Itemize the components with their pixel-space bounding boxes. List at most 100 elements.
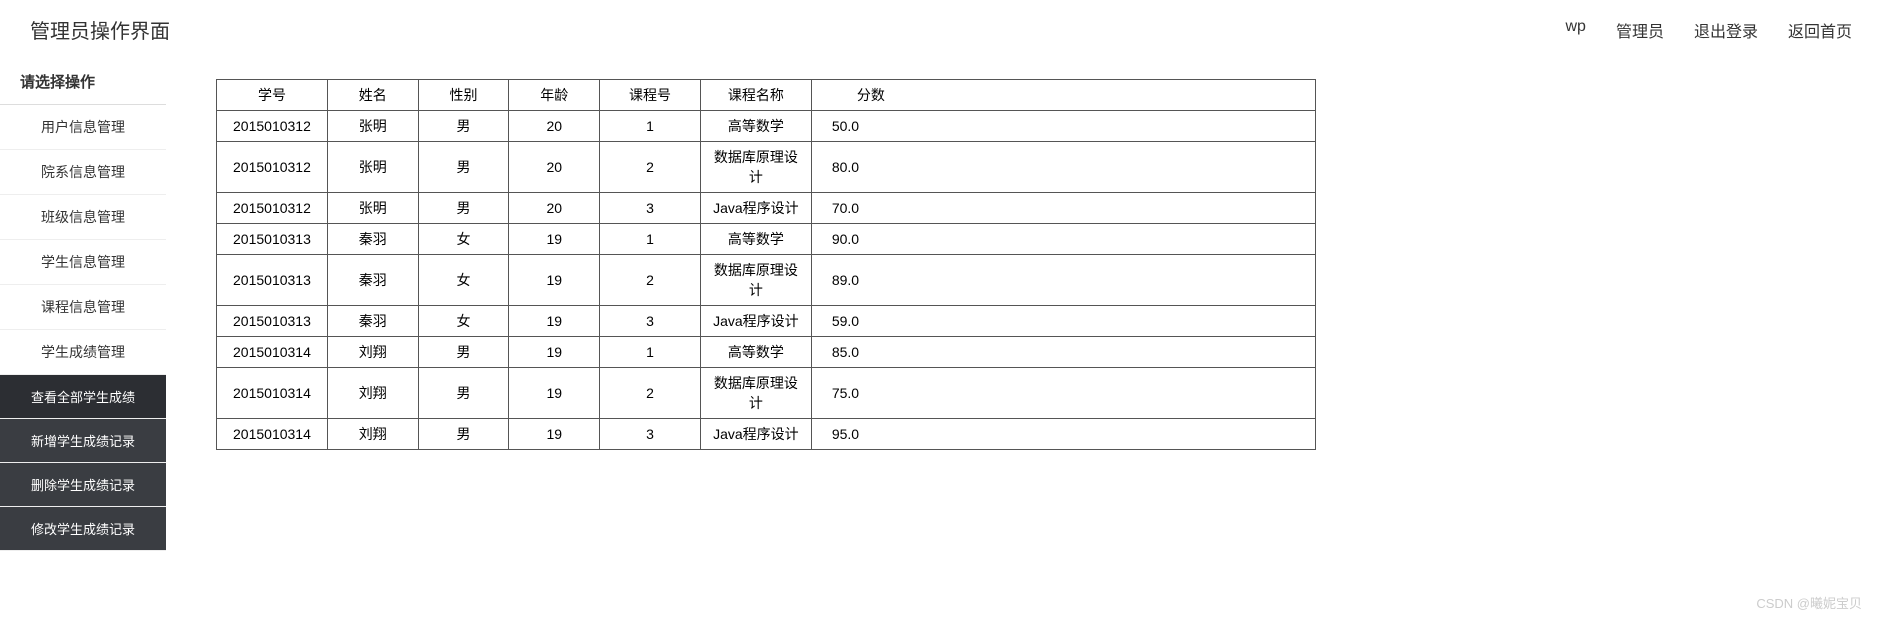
table-row: 2015010312张明男202数据库原理设计80.0 — [217, 142, 1316, 193]
cell-score: 80.0 — [811, 142, 1315, 193]
table-row: 2015010312张明男201高等数学50.0 — [217, 111, 1316, 142]
cell-course_name: 数据库原理设计 — [700, 255, 811, 306]
sidebar-item-class-info[interactable]: 班级信息管理 — [0, 195, 166, 240]
cell-gender: 男 — [418, 142, 509, 193]
cell-age: 19 — [509, 224, 600, 255]
cell-student_id: 2015010314 — [217, 368, 328, 419]
content: 请选择操作 用户信息管理 院系信息管理 班级信息管理 学生信息管理 课程信息管理… — [0, 59, 1882, 551]
cell-gender: 女 — [418, 306, 509, 337]
cell-age: 20 — [509, 193, 600, 224]
cell-score: 50.0 — [811, 111, 1315, 142]
table-row: 2015010313秦羽女192数据库原理设计89.0 — [217, 255, 1316, 306]
th-course-name: 课程名称 — [700, 80, 811, 111]
cell-age: 19 — [509, 337, 600, 368]
cell-student_id: 2015010312 — [217, 111, 328, 142]
cell-student_id: 2015010312 — [217, 142, 328, 193]
cell-age: 20 — [509, 111, 600, 142]
cell-course_id: 2 — [600, 142, 701, 193]
cell-student_id: 2015010313 — [217, 224, 328, 255]
cell-score: 70.0 — [811, 193, 1315, 224]
cell-student_id: 2015010312 — [217, 193, 328, 224]
table-row: 2015010314刘翔男193Java程序设计95.0 — [217, 419, 1316, 450]
nav-home[interactable]: 返回首页 — [1788, 18, 1852, 42]
grades-table: 学号 姓名 性别 年龄 课程号 课程名称 分数 2015010312张明男201… — [216, 79, 1316, 450]
cell-course_id: 3 — [600, 193, 701, 224]
sidebar-subitem-add-grade[interactable]: 新增学生成绩记录 — [0, 419, 166, 463]
main-content: 学号 姓名 性别 年龄 课程号 课程名称 分数 2015010312张明男201… — [166, 59, 1882, 551]
cell-course_name: Java程序设计 — [700, 306, 811, 337]
table-row: 2015010314刘翔男191高等数学85.0 — [217, 337, 1316, 368]
table-row: 2015010312张明男203Java程序设计70.0 — [217, 193, 1316, 224]
cell-age: 19 — [509, 255, 600, 306]
cell-course_id: 3 — [600, 419, 701, 450]
sidebar-subitem-view-all-grades[interactable]: 查看全部学生成绩 — [0, 375, 166, 419]
cell-name: 秦羽 — [327, 306, 418, 337]
th-age: 年龄 — [509, 80, 600, 111]
sidebar: 请选择操作 用户信息管理 院系信息管理 班级信息管理 学生信息管理 课程信息管理… — [0, 59, 166, 551]
cell-course_name: Java程序设计 — [700, 193, 811, 224]
cell-name: 秦羽 — [327, 224, 418, 255]
watermark: CSDN @曦妮宝贝 — [1756, 593, 1862, 612]
cell-age: 19 — [509, 368, 600, 419]
cell-student_id: 2015010313 — [217, 306, 328, 337]
cell-score: 75.0 — [811, 368, 1315, 419]
cell-age: 19 — [509, 306, 600, 337]
cell-course_name: 高等数学 — [700, 337, 811, 368]
sidebar-item-user-info[interactable]: 用户信息管理 — [0, 105, 166, 150]
cell-score: 85.0 — [811, 337, 1315, 368]
cell-name: 刘翔 — [327, 337, 418, 368]
nav-user[interactable]: wp — [1566, 18, 1586, 42]
cell-course_name: 高等数学 — [700, 224, 811, 255]
cell-age: 19 — [509, 419, 600, 450]
cell-student_id: 2015010314 — [217, 419, 328, 450]
cell-course_id: 2 — [600, 368, 701, 419]
cell-course_id: 3 — [600, 306, 701, 337]
sidebar-item-department-info[interactable]: 院系信息管理 — [0, 150, 166, 195]
cell-course_id: 2 — [600, 255, 701, 306]
header: 管理员操作界面 wp 管理员 退出登录 返回首页 — [0, 0, 1882, 59]
cell-score: 89.0 — [811, 255, 1315, 306]
cell-course_id: 1 — [600, 224, 701, 255]
cell-course_name: 数据库原理设计 — [700, 142, 811, 193]
th-course-id: 课程号 — [600, 80, 701, 111]
cell-name: 张明 — [327, 142, 418, 193]
cell-age: 20 — [509, 142, 600, 193]
table-header-row: 学号 姓名 性别 年龄 课程号 课程名称 分数 — [217, 80, 1316, 111]
cell-course_id: 1 — [600, 337, 701, 368]
cell-name: 张明 — [327, 193, 418, 224]
th-gender: 性别 — [418, 80, 509, 111]
th-student-id: 学号 — [217, 80, 328, 111]
cell-course_name: Java程序设计 — [700, 419, 811, 450]
cell-gender: 女 — [418, 255, 509, 306]
table-row: 2015010314刘翔男192数据库原理设计75.0 — [217, 368, 1316, 419]
cell-student_id: 2015010313 — [217, 255, 328, 306]
sidebar-subitem-delete-grade[interactable]: 删除学生成绩记录 — [0, 463, 166, 507]
cell-gender: 男 — [418, 193, 509, 224]
cell-name: 刘翔 — [327, 368, 418, 419]
cell-gender: 男 — [418, 419, 509, 450]
sidebar-subitem-edit-grade[interactable]: 修改学生成绩记录 — [0, 507, 166, 551]
cell-name: 张明 — [327, 111, 418, 142]
sidebar-header: 请选择操作 — [0, 59, 166, 105]
cell-gender: 女 — [418, 224, 509, 255]
table-body: 2015010312张明男201高等数学50.02015010312张明男202… — [217, 111, 1316, 450]
cell-gender: 男 — [418, 368, 509, 419]
th-score: 分数 — [811, 80, 1315, 111]
cell-score: 90.0 — [811, 224, 1315, 255]
sidebar-item-student-info[interactable]: 学生信息管理 — [0, 240, 166, 285]
th-name: 姓名 — [327, 80, 418, 111]
nav-logout[interactable]: 退出登录 — [1694, 18, 1758, 42]
cell-score: 95.0 — [811, 419, 1315, 450]
header-nav: wp 管理员 退出登录 返回首页 — [1566, 18, 1853, 42]
cell-course_name: 高等数学 — [700, 111, 811, 142]
cell-course_name: 数据库原理设计 — [700, 368, 811, 419]
page-title: 管理员操作界面 — [30, 15, 170, 44]
cell-name: 秦羽 — [327, 255, 418, 306]
cell-student_id: 2015010314 — [217, 337, 328, 368]
table-row: 2015010313秦羽女193Java程序设计59.0 — [217, 306, 1316, 337]
cell-gender: 男 — [418, 337, 509, 368]
sidebar-item-grade-mgmt[interactable]: 学生成绩管理 — [0, 330, 166, 375]
table-row: 2015010313秦羽女191高等数学90.0 — [217, 224, 1316, 255]
sidebar-item-course-info[interactable]: 课程信息管理 — [0, 285, 166, 330]
nav-role[interactable]: 管理员 — [1616, 18, 1664, 42]
